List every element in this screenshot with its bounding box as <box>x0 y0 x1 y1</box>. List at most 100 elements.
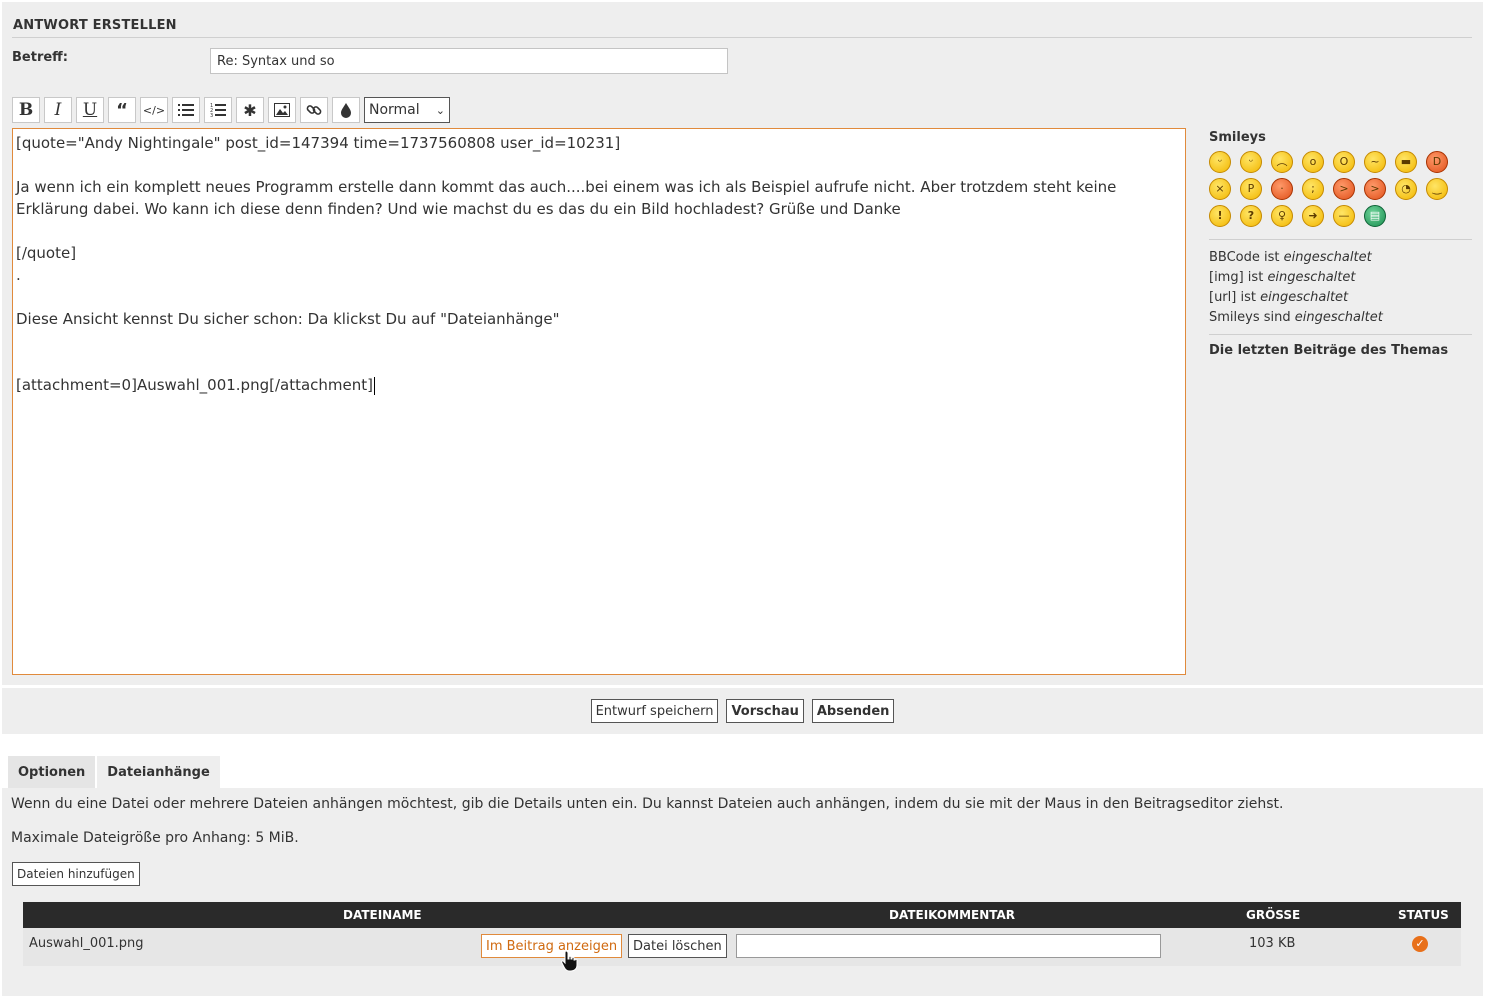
asterisk-icon: ✱ <box>243 100 257 120</box>
show-in-post-button[interactable]: Im Beitrag anzeigen <box>481 934 623 958</box>
exclaim-icon[interactable]: ! <box>1209 205 1231 227</box>
twisted-icon[interactable]: > <box>1364 178 1386 200</box>
code-icon: </> <box>142 103 166 117</box>
list-button[interactable] <box>172 97 200 123</box>
grin-icon[interactable]: ᵕ <box>1209 151 1231 173</box>
quote-button[interactable]: “ <box>108 97 136 123</box>
max-size-note: Maximale Dateigröße pro Anhang: 5 MiB. <box>11 830 299 846</box>
surprised-icon[interactable]: o <box>1302 151 1324 173</box>
svg-text:3: 3 <box>210 113 213 117</box>
editor-line: Erklärung dabei. Wo kann ich diese denn … <box>16 200 901 218</box>
img-status: [img] ist eingeschaltet <box>1209 270 1356 285</box>
check-icon: ✓ <box>1412 936 1428 952</box>
size-cell: 103 KB <box>1249 936 1296 951</box>
mrgreen-icon[interactable]: ▤ <box>1364 205 1386 227</box>
hand-cursor-icon <box>561 950 578 972</box>
subject-input[interactable] <box>210 48 728 74</box>
underline-button[interactable]: U <box>76 97 104 123</box>
image-icon <box>274 103 290 117</box>
bold-button[interactable]: B <box>12 97 40 123</box>
cool-icon[interactable]: ▬ <box>1395 151 1417 173</box>
column-comment: DATEIKOMMENTAR <box>889 908 1016 922</box>
post-tabs: Optionen Dateianhänge <box>8 756 220 788</box>
save-draft-button[interactable]: Entwurf speichern <box>590 699 719 723</box>
redface-icon[interactable]: · <box>1271 178 1293 200</box>
smile-icon[interactable]: ‿ <box>1426 178 1448 200</box>
divider <box>1209 239 1472 240</box>
italic-button[interactable]: I <box>44 97 72 123</box>
sad-icon[interactable]: ︵ <box>1271 151 1293 173</box>
text-caret <box>374 376 375 395</box>
link-button[interactable] <box>300 97 328 123</box>
panel-title: ANTWORT ERSTELLEN <box>13 18 177 33</box>
reply-panel: ANTWORT ERSTELLEN Betreff: B I U “ </> 1… <box>2 2 1483 685</box>
image-button[interactable] <box>268 97 296 123</box>
smiley-grid: ᵕ ᵕ ︵ o O ~ ▬ D × P · ; > > ◔ ‿ ! ? ♀ ➜ … <box>1209 151 1472 227</box>
column-status: STATUS <box>1398 908 1449 922</box>
razz-icon[interactable]: P <box>1240 178 1262 200</box>
arrow-icon[interactable]: ➜ <box>1302 205 1324 227</box>
editor-line: . <box>16 266 21 284</box>
table-header: DATEINAME DATEIKOMMENTAR GRÖSSE STATUS <box>23 902 1461 928</box>
attachments-panel: Wenn du eine Datei oder mehrere Dateien … <box>2 788 1483 996</box>
submit-bar: Entwurf speichern Vorschau Absenden <box>2 688 1483 734</box>
quote-icon: “ <box>116 99 128 121</box>
lol-icon[interactable]: D <box>1426 151 1448 173</box>
divider <box>1209 334 1472 335</box>
droplet-icon <box>341 103 351 118</box>
editor-line: [attachment=0]Auswahl_001.png[/attachmen… <box>16 376 373 394</box>
question-icon[interactable]: ? <box>1240 205 1262 227</box>
list-icon <box>178 104 194 116</box>
code-button[interactable]: </> <box>140 97 168 123</box>
url-status: [url] ist eingeschaltet <box>1209 290 1349 305</box>
table-row: Auswahl_001.png Im Beitrag anzeigen Date… <box>23 928 1461 966</box>
filename-cell: Auswahl_001.png <box>29 936 144 951</box>
ordered-list-icon: 1 2 3 <box>210 103 226 117</box>
confused-icon[interactable]: ~ <box>1364 151 1386 173</box>
divider <box>12 37 1472 38</box>
rolleyes-icon[interactable]: ◔ <box>1395 178 1417 200</box>
delete-file-button[interactable]: Datei löschen <box>628 934 727 958</box>
ordered-list-button[interactable]: 1 2 3 <box>204 97 232 123</box>
recent-posts-link[interactable]: Die letzten Beiträge des Themas <box>1209 343 1472 358</box>
editor-line: [quote="Andy Nightingale" post_id=147394… <box>16 134 621 152</box>
editor-line: Diese Ansicht kennst Du sicher schon: Da… <box>16 310 560 328</box>
tab-options[interactable]: Optionen <box>8 756 96 788</box>
file-comment-input[interactable] <box>736 934 1161 958</box>
column-filename: DATEINAME <box>343 908 422 922</box>
list-item-button[interactable]: ✱ <box>236 97 264 123</box>
bbcode-toolbar: B I U “ </> 1 2 3 ✱ Normal ⌄ <box>12 97 450 125</box>
editor-line: Ja wenn ich ein komplett neues Programm … <box>16 178 1117 196</box>
add-files-button[interactable]: Dateien hinzufügen <box>12 862 140 886</box>
smileys-title: Smileys <box>1209 130 1266 145</box>
attachments-intro: Wenn du eine Datei oder mehrere Dateien … <box>11 796 1284 812</box>
attachments-table: DATEINAME DATEIKOMMENTAR GRÖSSE STATUS A… <box>23 902 1461 966</box>
cry-icon[interactable]: ; <box>1302 178 1324 200</box>
evil-icon[interactable]: > <box>1333 178 1355 200</box>
idea-icon[interactable]: ♀ <box>1271 205 1293 227</box>
neutral-icon[interactable]: — <box>1333 205 1355 227</box>
submit-button[interactable]: Absenden <box>811 699 895 723</box>
smileys-status: Smileys sind eingeschaltet <box>1209 310 1383 325</box>
editor-sidebar: Smileys ᵕ ᵕ ︵ o O ~ ▬ D × P · ; > > ◔ ‿ … <box>1209 128 1472 358</box>
subject-label: Betreff: <box>12 50 68 65</box>
color-button[interactable] <box>332 97 360 123</box>
link-icon <box>306 105 322 115</box>
bbcode-status: BBCode ist eingeschaltet <box>1209 250 1372 265</box>
editor-line: [/quote] <box>16 244 77 262</box>
shocked-icon[interactable]: O <box>1333 151 1355 173</box>
laugh-icon[interactable]: ᵕ <box>1240 151 1262 173</box>
chevron-down-icon: ⌄ <box>435 103 445 117</box>
preview-button[interactable]: Vorschau <box>726 699 804 723</box>
message-editor[interactable]: [quote="Andy Nightingale" post_id=147394… <box>12 128 1186 675</box>
mad-icon[interactable]: × <box>1209 178 1231 200</box>
tab-attachments[interactable]: Dateianhänge <box>97 756 220 788</box>
font-size-select[interactable]: Normal ⌄ <box>364 97 450 123</box>
column-size: GRÖSSE <box>1246 908 1301 922</box>
font-size-value: Normal <box>369 102 420 118</box>
